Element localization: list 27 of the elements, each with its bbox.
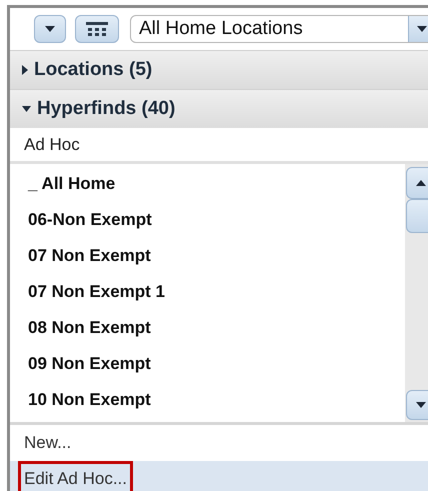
group-label: Ad Hoc [24, 134, 80, 156]
list-item[interactable]: 10 Non Exempt [10, 382, 405, 418]
scrollbar[interactable] [405, 164, 428, 422]
down-arrow-icon [416, 402, 426, 408]
list-item[interactable]: 08 Non Exempt [10, 310, 405, 346]
list-item[interactable]: 09 Non Exempt [10, 346, 405, 382]
section-header[interactable]: Hyperfinds (40) [10, 89, 428, 128]
collapsed-triangle-icon [22, 65, 28, 75]
scroll-up-button[interactable] [406, 167, 428, 199]
caret-icon [45, 26, 55, 32]
list-item[interactable]: 06-Non Exempt [10, 202, 405, 238]
caret-icon [416, 26, 426, 32]
grid-icon [86, 22, 108, 36]
scroll-down-button[interactable] [406, 390, 428, 420]
list-item[interactable]: 07 Non Exempt [10, 238, 405, 274]
up-arrow-icon [416, 180, 426, 186]
menu-item[interactable]: New... [18, 425, 78, 461]
grid-view-button[interactable] [75, 15, 119, 43]
list-item[interactable]: 07 Non Exempt 1 [10, 274, 405, 310]
menu-item[interactable]: Edit Ad Hoc... [18, 461, 133, 491]
menu-row[interactable]: Edit Ad Hoc... [10, 461, 428, 491]
location-select[interactable]: All Home Locations [130, 15, 428, 43]
expanded-triangle-icon [22, 106, 31, 112]
scroll-thumb[interactable] [406, 199, 428, 233]
list-item[interactable]: _ All Home [10, 166, 405, 202]
section-header[interactable]: Locations (5) [10, 50, 428, 89]
dropdown-button[interactable] [34, 15, 66, 43]
